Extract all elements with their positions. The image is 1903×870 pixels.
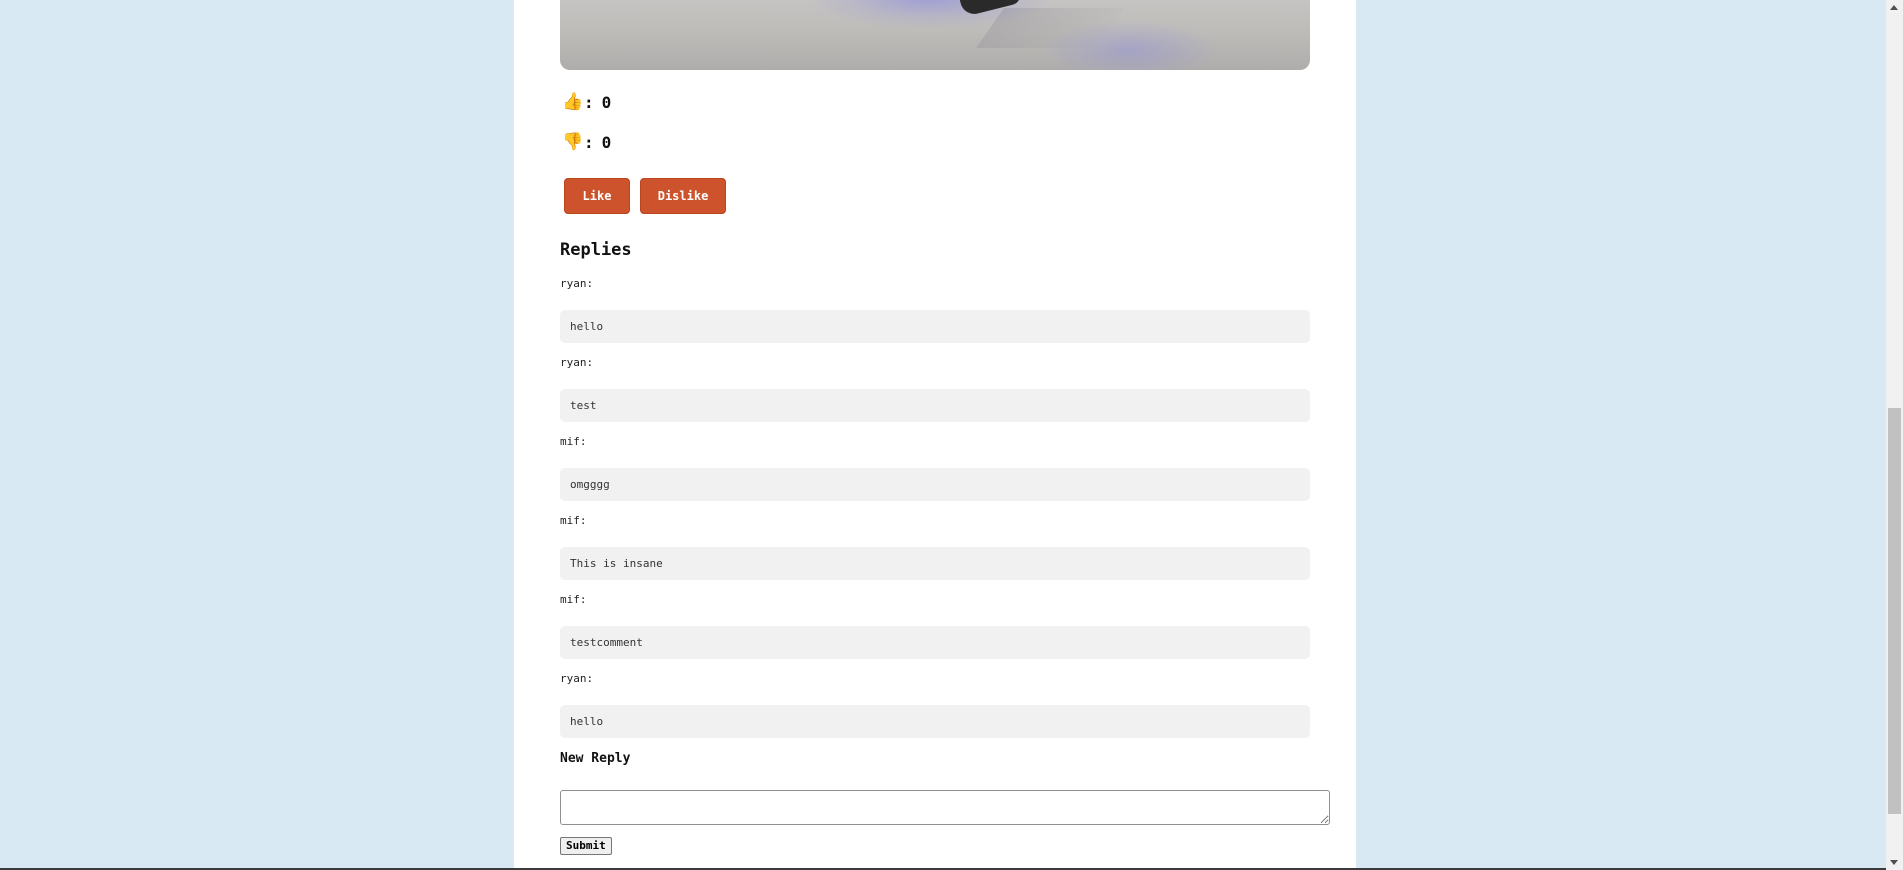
reply-text: hello (560, 705, 1310, 738)
submit-button[interactable]: Submit (560, 837, 612, 855)
browser-viewport: 👍 : 0 👎 : 0 Like Dislike Replies ryan: h… (0, 0, 1903, 870)
post-image (560, 0, 1310, 70)
thumbs-down-icon: 👎 (562, 132, 584, 152)
like-count-separator: : (584, 92, 594, 112)
reply-text: This is insane (560, 547, 1310, 580)
dislike-count-row: 👎 : 0 (562, 132, 611, 152)
new-reply-textarea[interactable] (560, 790, 1330, 825)
new-reply-heading: New Reply (560, 751, 631, 766)
reply-author: ryan: (560, 356, 594, 369)
scroll-down-arrow-icon[interactable] (1890, 860, 1898, 865)
reply-text: omgggg (560, 468, 1310, 501)
reply-text: testcomment (560, 626, 1310, 659)
reaction-buttons: Like Dislike (564, 178, 726, 214)
replies-list: ryan: hello ryan: test mif: omgggg mif: … (560, 276, 1310, 750)
reply-text: hello (560, 310, 1310, 343)
reply-author: mif: (560, 435, 587, 448)
reply-author: mif: (560, 593, 587, 606)
replies-heading: Replies (560, 240, 632, 260)
thumbs-up-icon: 👍 (562, 92, 584, 112)
like-count-row: 👍 : 0 (562, 92, 611, 112)
dislike-button[interactable]: Dislike (640, 178, 726, 214)
reply-author: ryan: (560, 277, 594, 290)
reply-author: mif: (560, 514, 587, 527)
post-container: 👍 : 0 👎 : 0 Like Dislike Replies ryan: h… (514, 0, 1356, 870)
page-scrollbar[interactable] (1886, 0, 1903, 870)
like-count: 0 (601, 92, 612, 112)
reply-text: test (560, 389, 1310, 422)
like-button[interactable]: Like (564, 178, 630, 214)
reply-author: ryan: (560, 672, 594, 685)
dislike-count-separator: : (584, 132, 594, 152)
scroll-thumb[interactable] (1888, 408, 1901, 814)
dislike-count: 0 (601, 132, 612, 152)
scroll-up-arrow-icon[interactable] (1890, 5, 1898, 10)
